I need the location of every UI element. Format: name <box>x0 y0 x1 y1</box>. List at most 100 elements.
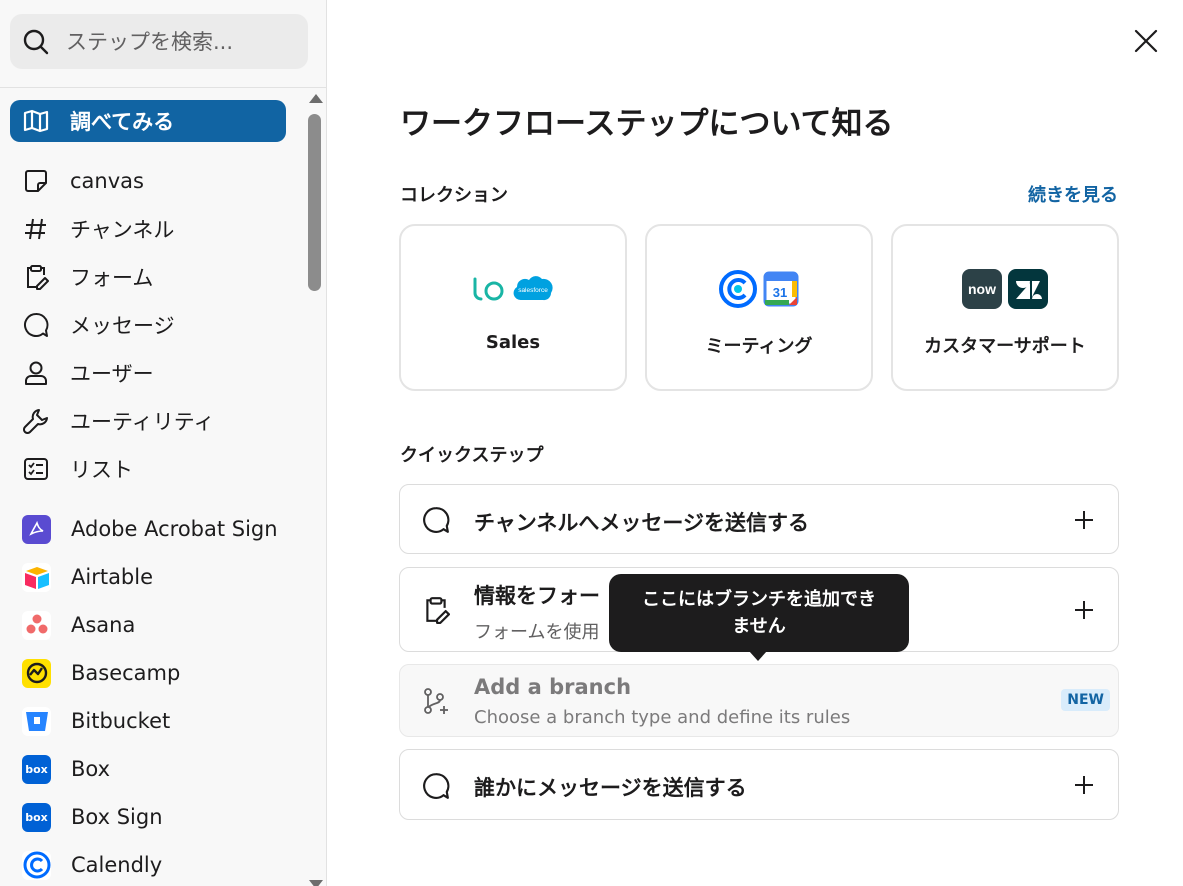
sidebar-item-label: Airtable <box>71 565 154 589</box>
book-icon <box>22 107 50 135</box>
plus-icon[interactable] <box>1072 508 1096 532</box>
bitbucket-icon <box>22 706 51 736</box>
box-icon: box <box>22 754 51 784</box>
sidebar-item-label: ユーティリティ <box>70 410 215 434</box>
sidebar-item-explore[interactable]: 調べてみる <box>10 100 286 142</box>
calendly-logo-icon <box>719 270 757 308</box>
workflow-step-browser: 調べてみる canvas チャンネル フォーム メッセージ ユーザー <box>0 0 1183 886</box>
sidebar-item-bitbucket[interactable]: Bitbucket <box>10 700 286 742</box>
google-calendar-icon: 31 <box>763 271 799 307</box>
scroll-thumb[interactable] <box>308 114 321 291</box>
scroll-down-arrow-icon[interactable] <box>309 880 323 886</box>
search-input[interactable] <box>66 29 286 54</box>
new-badge: NEW <box>1061 689 1110 711</box>
card-label: Sales <box>485 332 541 353</box>
sidebar-item-message[interactable]: メッセージ <box>10 304 286 346</box>
step-send-direct-message[interactable]: 誰かにメッセージを送信する <box>399 749 1119 820</box>
sidebar-nav: 調べてみる canvas チャンネル フォーム メッセージ ユーザー ユーティリ… <box>0 88 302 886</box>
step-title: 情報をフォー <box>474 584 600 608</box>
sidebar-item-list[interactable]: リスト <box>10 448 286 490</box>
adobe-acrobat-sign-icon <box>22 514 51 544</box>
asana-icon <box>22 610 51 640</box>
sidebar-item-label: チャンネル <box>70 218 175 242</box>
wrench-icon <box>22 407 50 435</box>
collection-card-sales[interactable]: salesforce Sales <box>399 224 627 391</box>
airtable-icon <box>22 562 51 592</box>
canvas-icon <box>22 167 50 195</box>
sidebar-item-label: ユーザー <box>70 362 154 386</box>
card-label: ミーティング <box>705 336 813 357</box>
sidebar-item-basecamp[interactable]: Basecamp <box>10 652 286 694</box>
sidebar-item-form[interactable]: フォーム <box>10 256 286 298</box>
main-panel: ワークフローステップについて知る コレクション 続きを見る salesforce… <box>327 0 1183 886</box>
salesforce-icon: salesforce <box>513 276 553 301</box>
sidebar-item-label: Box <box>71 757 111 781</box>
message-icon <box>22 311 50 339</box>
branch-icon <box>424 688 448 714</box>
card-logos: 31 <box>718 266 800 312</box>
sidebar-item-label: Basecamp <box>71 661 181 685</box>
sidebar-item-label: Adobe Acrobat Sign <box>71 517 278 541</box>
svg-text:salesforce: salesforce <box>518 287 548 294</box>
sidebar-item-label: リスト <box>70 458 133 482</box>
search-box[interactable] <box>10 14 308 69</box>
sidebar-item-label: Asana <box>71 613 136 637</box>
basecamp-icon <box>22 658 51 688</box>
user-icon <box>22 359 50 387</box>
sidebar-item-asana[interactable]: Asana <box>10 604 286 646</box>
sidebar: 調べてみる canvas チャンネル フォーム メッセージ ユーザー <box>0 0 327 886</box>
form-icon <box>22 263 50 291</box>
sidebar-item-box-sign[interactable]: box Box Sign <box>10 796 286 838</box>
step-title: Add a branch <box>474 675 632 699</box>
tooltip-line-2: ません <box>732 616 786 637</box>
scroll-up-arrow-icon[interactable] <box>309 94 323 103</box>
close-icon[interactable] <box>1133 28 1159 54</box>
step-add-branch[interactable]: Add a branch Choose a branch type and de… <box>399 664 1119 737</box>
list-icon <box>22 455 50 483</box>
form-icon <box>426 597 450 624</box>
lo-logo-icon <box>473 277 504 301</box>
sidebar-item-user[interactable]: ユーザー <box>10 352 286 394</box>
sidebar-item-label: Calendly <box>71 853 163 877</box>
collection-card-meeting[interactable]: 31 ミーティング <box>645 224 873 391</box>
servicenow-icon: now <box>962 269 1002 309</box>
sidebar-item-label: Box Sign <box>71 805 163 829</box>
sidebar-scrollbar[interactable] <box>304 88 326 886</box>
tooltip-arrow <box>749 651 767 661</box>
sidebar-item-calendly[interactable]: Calendly <box>10 844 286 886</box>
sidebar-item-label: 調べてみる <box>70 110 175 134</box>
collection-card-customer-support[interactable]: now カスタマーサポート <box>891 224 1119 391</box>
step-subtitle: Choose a branch type and define its rule… <box>474 707 851 728</box>
message-icon <box>423 507 450 533</box>
sidebar-item-airtable[interactable]: Airtable <box>10 556 286 598</box>
plus-icon[interactable] <box>1072 598 1096 622</box>
svg-text:31: 31 <box>773 285 787 300</box>
calendly-icon <box>22 850 51 880</box>
collections-heading: コレクション <box>400 185 508 206</box>
quick-steps-heading: クイックステップ <box>400 445 544 466</box>
sidebar-item-label: Bitbucket <box>71 709 171 733</box>
tooltip-line-1: ここにはブランチを追加でき <box>642 589 876 610</box>
sidebar-item-label: canvas <box>70 169 144 193</box>
step-title: 誰かにメッセージを送信する <box>474 776 747 800</box>
tooltip: ここにはブランチを追加でき ません <box>609 574 909 661</box>
sidebar-item-utility[interactable]: ユーティリティ <box>10 400 286 442</box>
hash-icon <box>22 215 50 243</box>
sidebar-item-box[interactable]: box Box <box>10 748 286 790</box>
zendesk-icon <box>1008 269 1048 309</box>
step-send-channel-message[interactable]: チャンネルへメッセージを送信する <box>399 484 1119 554</box>
sidebar-item-channel[interactable]: チャンネル <box>10 208 286 250</box>
step-title: チャンネルへメッセージを送信する <box>474 511 809 535</box>
sidebar-item-canvas[interactable]: canvas <box>10 160 286 202</box>
page-title: ワークフローステップについて知る <box>400 106 894 142</box>
card-logos: salesforce <box>471 266 555 312</box>
sidebar-item-adobe-acrobat-sign[interactable]: Adobe Acrobat Sign <box>10 508 286 550</box>
card-logos: now <box>961 266 1049 312</box>
message-icon <box>423 773 450 799</box>
plus-icon[interactable] <box>1072 773 1096 797</box>
sidebar-item-label: フォーム <box>70 266 154 290</box>
box-sign-icon: box <box>22 802 51 832</box>
step-subtitle: フォームを使用 <box>474 622 600 643</box>
card-label: カスタマーサポート <box>924 336 1086 357</box>
see-more-link[interactable]: 続きを見る <box>1028 181 1118 207</box>
